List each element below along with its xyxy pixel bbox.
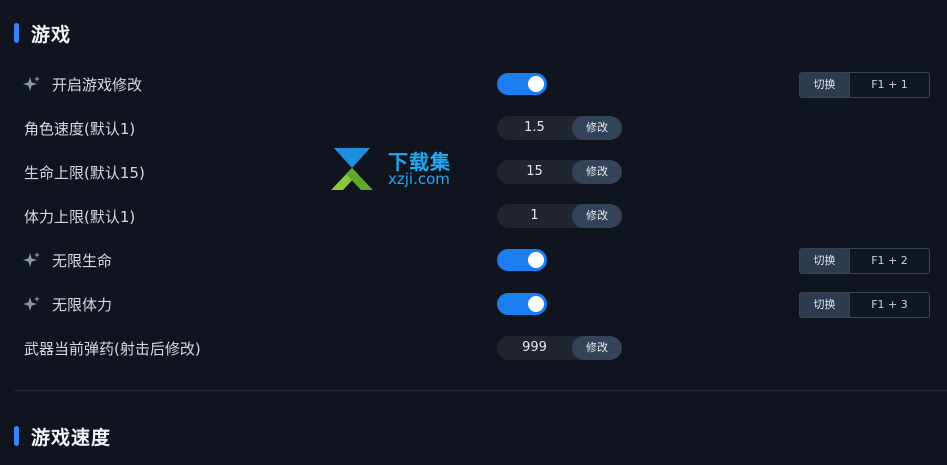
infinite-health-toggle[interactable] <box>497 249 547 271</box>
value-field: 1 修改 <box>497 204 622 228</box>
hotkey-switch-button[interactable]: 切换 <box>800 293 849 317</box>
section-title: 游戏速度 <box>31 426 112 449</box>
cheat-row-infinite-stamina: 无限体力 切换 F1 + 3 <box>0 290 947 318</box>
hotkey-box: 切换 F1 + 1 <box>799 72 930 98</box>
value-input[interactable]: 15 <box>497 160 572 184</box>
value-field: 1.5 修改 <box>497 116 622 140</box>
row-label: 体力上限(默认1) <box>24 207 136 226</box>
trainer-panel: 游戏 开启游戏修改 切换 F1 + 1 角色速度(默认1) 1.5 修改 生命上… <box>0 0 947 465</box>
row-label: 角色速度(默认1) <box>24 119 136 138</box>
section-accent-bar <box>14 426 19 446</box>
row-label: 无限体力 <box>52 295 113 314</box>
sparkle-icon <box>23 296 40 311</box>
watermark-domain: xzji.com <box>388 170 450 188</box>
modify-button[interactable]: 修改 <box>572 116 622 140</box>
modify-button[interactable]: 修改 <box>572 336 622 360</box>
infinite-stamina-toggle[interactable] <box>497 293 547 315</box>
row-label: 开启游戏修改 <box>52 75 143 94</box>
sparkle-icon <box>23 252 40 267</box>
modify-button[interactable]: 修改 <box>572 160 622 184</box>
hotkey-keys: F1 + 2 <box>849 249 929 273</box>
value-input[interactable]: 999 <box>497 336 572 360</box>
row-label-wrap: 开启游戏修改 <box>23 70 143 98</box>
hotkey-box: 切换 F1 + 3 <box>799 292 930 318</box>
modify-button[interactable]: 修改 <box>572 204 622 228</box>
hotkey-keys: F1 + 3 <box>849 293 929 317</box>
toggle-knob <box>528 252 544 268</box>
section-title: 游戏 <box>31 23 72 46</box>
section-header-game: 游戏 <box>14 21 72 46</box>
site-watermark: 下载集 xzji.com <box>330 146 470 192</box>
hotkey-switch-button[interactable]: 切换 <box>800 73 849 97</box>
value-field: 15 修改 <box>497 160 622 184</box>
cheat-row-max-health: 生命上限(默认15) 15 修改 <box>0 158 947 186</box>
hotkey-box: 切换 F1 + 2 <box>799 248 930 274</box>
row-label: 武器当前弹药(射击后修改) <box>24 339 201 358</box>
row-label-wrap: 无限体力 <box>23 290 113 318</box>
cheat-row-max-stamina: 体力上限(默认1) 1 修改 <box>0 202 947 230</box>
row-label: 生命上限(默认15) <box>24 163 145 182</box>
value-field: 999 修改 <box>497 336 622 360</box>
sparkle-icon <box>23 76 40 91</box>
enable-mods-toggle[interactable] <box>497 73 547 95</box>
cheat-row-move-speed: 角色速度(默认1) 1.5 修改 <box>0 114 947 142</box>
section-accent-bar <box>14 23 19 43</box>
section-divider <box>14 390 947 391</box>
toggle-knob <box>528 76 544 92</box>
value-input[interactable]: 1 <box>497 204 572 228</box>
hotkey-switch-button[interactable]: 切换 <box>800 249 849 273</box>
row-label: 无限生命 <box>52 251 113 270</box>
cheat-row-infinite-health: 无限生命 切换 F1 + 2 <box>0 246 947 274</box>
value-input[interactable]: 1.5 <box>497 116 572 140</box>
cheat-row-enable-mods: 开启游戏修改 切换 F1 + 1 <box>0 70 947 98</box>
row-label-wrap: 无限生命 <box>23 246 113 274</box>
hotkey-keys: F1 + 1 <box>849 73 929 97</box>
toggle-knob <box>528 296 544 312</box>
download-arrow-logo-icon <box>331 148 373 190</box>
section-header-game-speed: 游戏速度 <box>14 424 112 449</box>
cheat-row-weapon-ammo: 武器当前弹药(射击后修改) 999 修改 <box>0 334 947 362</box>
